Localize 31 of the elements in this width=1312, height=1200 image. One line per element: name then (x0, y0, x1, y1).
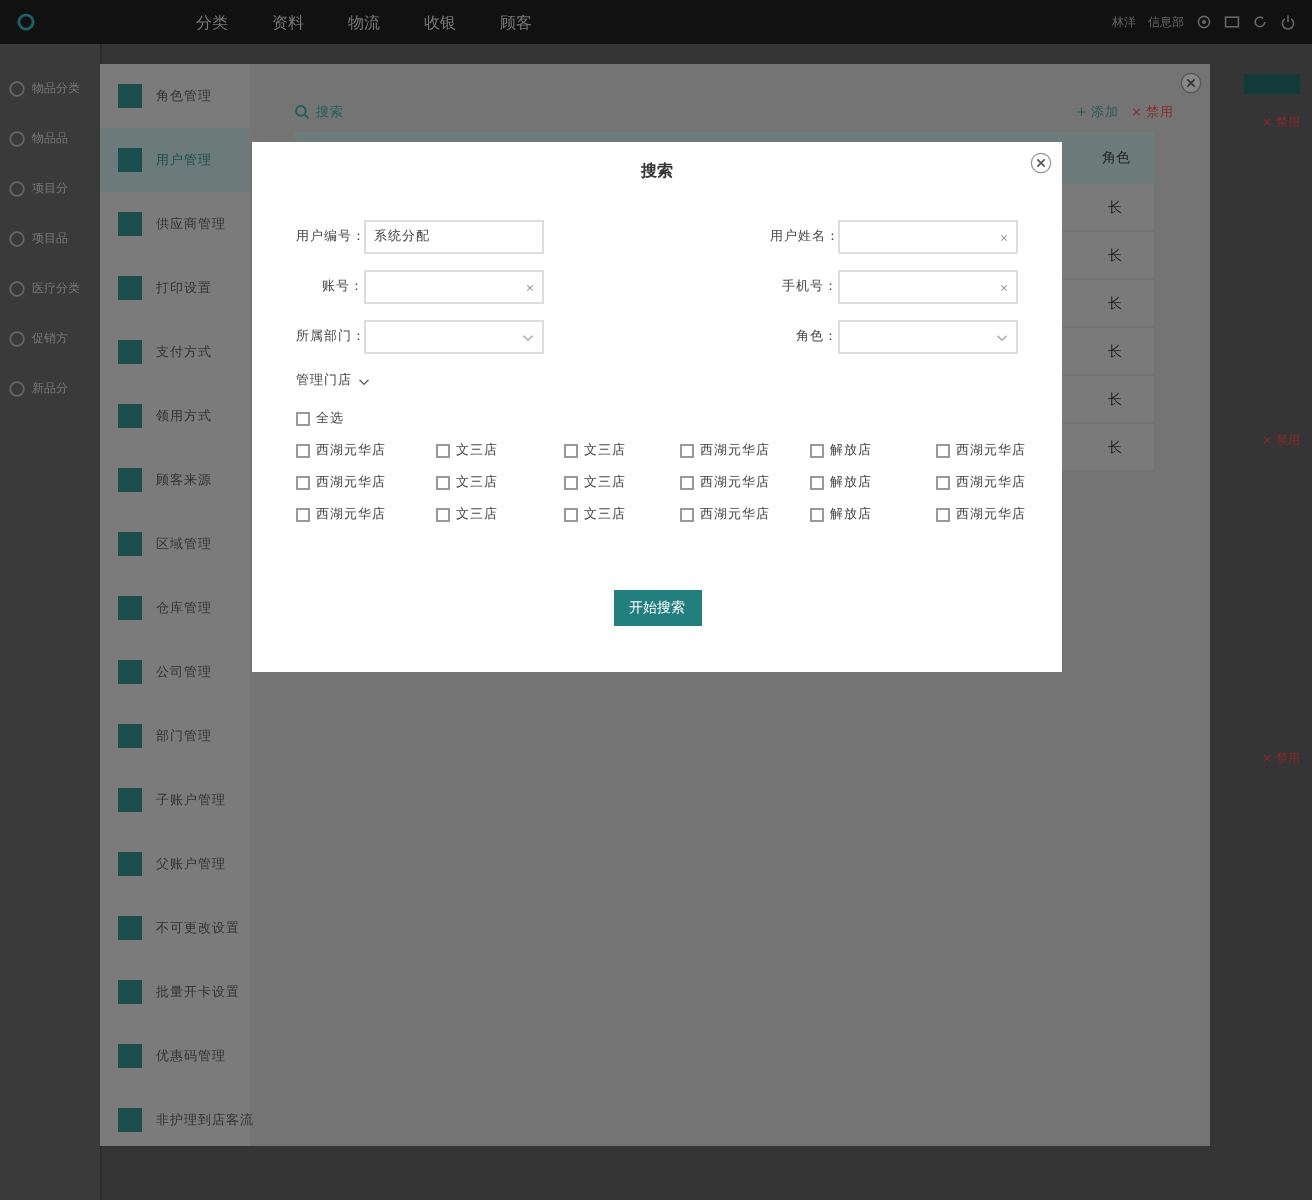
nav-item[interactable]: 分类 (196, 11, 228, 33)
clear-icon[interactable] (526, 283, 534, 291)
refresh-icon[interactable] (1252, 14, 1268, 30)
category-icon (8, 180, 26, 198)
message-icon[interactable] (1224, 14, 1240, 30)
chevron-down-icon (522, 333, 534, 341)
nav-item[interactable]: 顾客 (500, 11, 532, 33)
power-icon[interactable] (1280, 14, 1296, 30)
select-field[interactable] (838, 320, 1018, 354)
category-icon (8, 230, 26, 248)
category-icon (8, 80, 26, 98)
clear-icon[interactable] (1000, 233, 1008, 241)
chevron-down-icon (996, 333, 1008, 341)
nav-item[interactable]: 物流 (348, 11, 380, 33)
close-icon[interactable] (1030, 152, 1052, 174)
category-icon (8, 380, 26, 398)
input-field[interactable] (364, 270, 544, 304)
search-icon (294, 104, 310, 120)
logo-icon (16, 12, 36, 32)
input-field[interactable] (838, 220, 1018, 254)
clear-icon[interactable] (1000, 283, 1008, 291)
close-icon[interactable] (1180, 72, 1202, 94)
category-icon (8, 280, 26, 298)
dialog-title: 搜索 (638, 160, 675, 182)
category-icon (8, 130, 26, 148)
category-icon (8, 330, 26, 348)
input-field[interactable] (838, 270, 1018, 304)
select-field[interactable] (364, 320, 544, 354)
nav-item[interactable]: 收银 (424, 11, 456, 33)
nav-item[interactable]: 资料 (272, 11, 304, 33)
settings-icon[interactable] (1196, 14, 1212, 30)
